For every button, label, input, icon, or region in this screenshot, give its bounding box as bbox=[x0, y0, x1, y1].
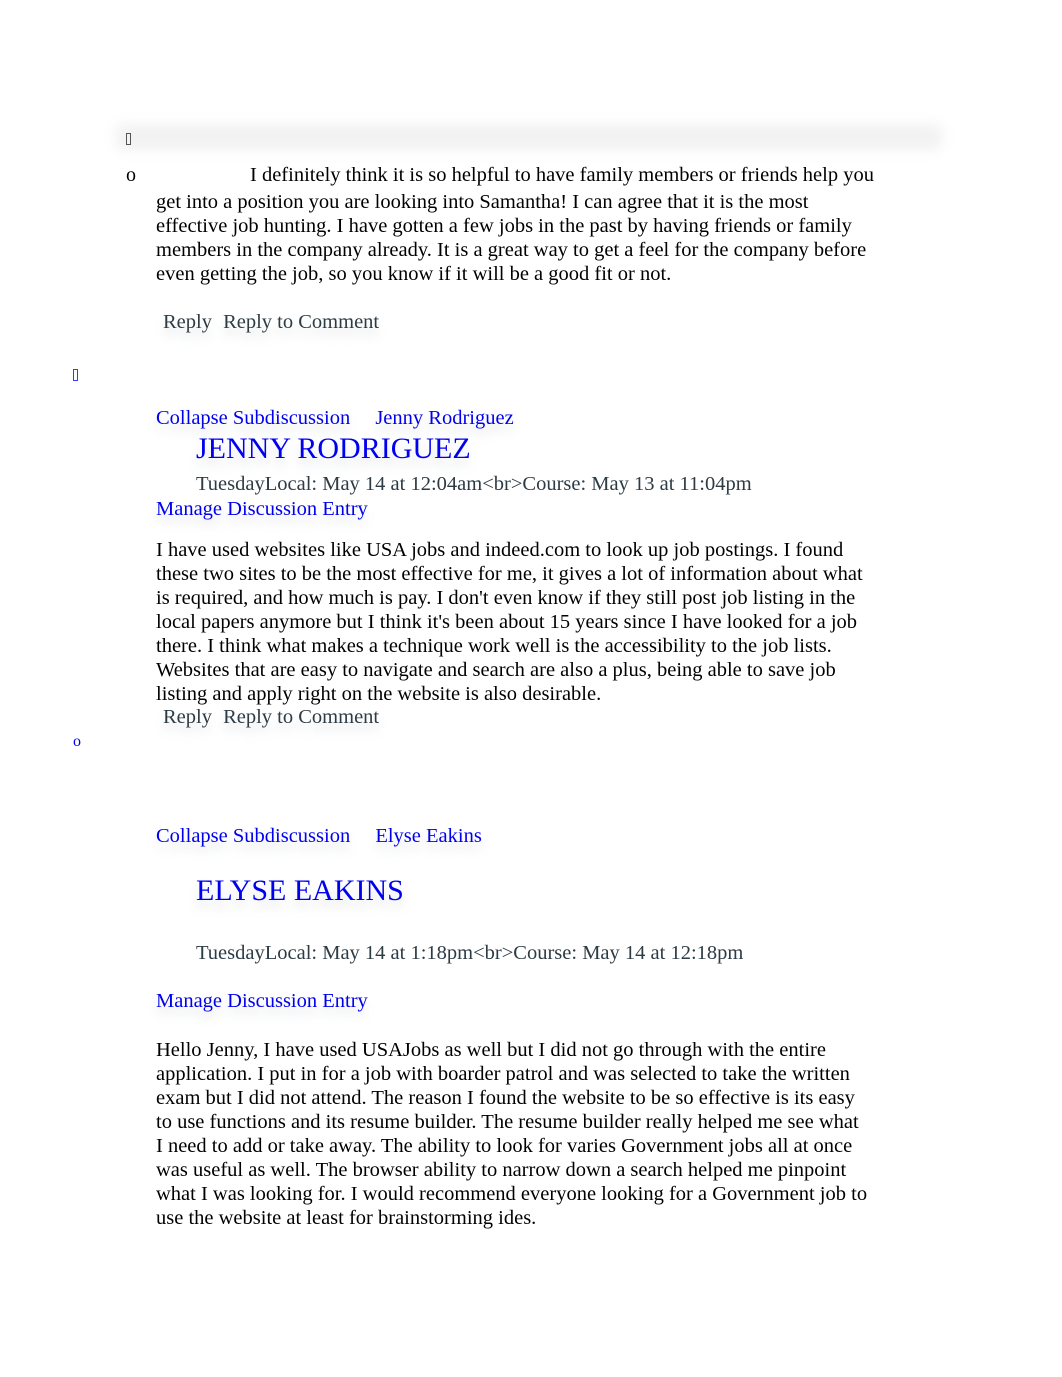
list-bullet: o bbox=[126, 164, 136, 186]
collapse-subdiscussion-link[interactable]: Collapse Subdiscussion bbox=[156, 407, 350, 429]
author-heading[interactable]: JENNY RODRIGUEZ bbox=[196, 432, 471, 466]
author-heading-link[interactable]: ELYSE EAKINS bbox=[196, 874, 404, 907]
manage-discussion-entry-link[interactable]: Manage Discussion Entry bbox=[156, 990, 368, 1012]
manage-discussion-entry-link[interactable]: Manage Discussion Entry bbox=[156, 498, 368, 520]
reply-body-first-line: I definitely think it is so helpful to h… bbox=[250, 164, 874, 186]
manage-entry: Manage Discussion Entry bbox=[156, 990, 368, 1013]
entry-header-links: Collapse Subdiscussion Elyse Eakins bbox=[156, 825, 482, 848]
entry-body: I have used websites like USA jobs and i… bbox=[156, 539, 863, 705]
entry-header-links: Collapse Subdiscussion Jenny Rodriguez bbox=[156, 407, 514, 430]
manage-entry: Manage Discussion Entry bbox=[156, 498, 368, 521]
reply-body: get into a position you are looking into… bbox=[156, 191, 867, 285]
reply-to-comment-button[interactable]: Reply to Comment bbox=[223, 311, 379, 333]
author-link[interactable]: Elyse Eakins bbox=[375, 825, 481, 847]
collapse-subdiscussion-link[interactable]: Collapse Subdiscussion bbox=[156, 825, 350, 847]
collapsed-toolbar-shadow bbox=[116, 124, 942, 150]
missing-glyph-icon[interactable] bbox=[73, 364, 78, 387]
author-heading-link[interactable]: JENNY RODRIGUEZ bbox=[196, 432, 471, 465]
author-heading[interactable]: ELYSE EAKINS bbox=[196, 874, 404, 908]
list-bullet: o bbox=[73, 733, 81, 750]
reply-actions: Reply Reply to Comment bbox=[163, 706, 385, 729]
entry-timestamp: TuesdayLocal: May 14 at 1:18pm<br>Course… bbox=[196, 942, 744, 964]
missing-glyph-icon[interactable] bbox=[126, 128, 131, 151]
reply-actions: Reply Reply to Comment bbox=[163, 311, 385, 334]
entry-body: Hello Jenny, I have used USAJobs as well… bbox=[156, 1039, 868, 1229]
reply-button[interactable]: Reply bbox=[163, 706, 212, 728]
reply-to-comment-button[interactable]: Reply to Comment bbox=[223, 706, 379, 728]
author-link[interactable]: Jenny Rodriguez bbox=[375, 407, 513, 429]
reply-button[interactable]: Reply bbox=[163, 311, 212, 333]
entry-timestamp: TuesdayLocal: May 14 at 12:04am<br>Cours… bbox=[196, 473, 752, 495]
